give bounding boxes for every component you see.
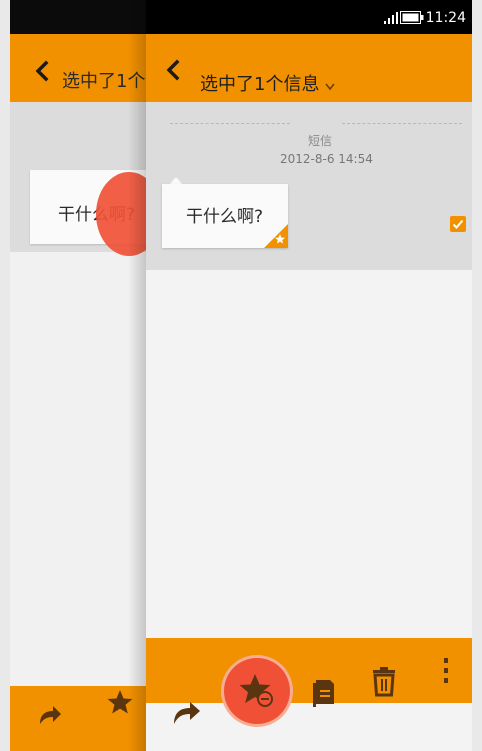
bubble-tail — [170, 177, 182, 184]
back-icon[interactable] — [162, 58, 186, 82]
divider-line-left — [170, 123, 290, 124]
page-title[interactable]: 选中了1个信息 — [200, 70, 319, 96]
forward-icon[interactable] — [164, 690, 208, 734]
selection-checkbox[interactable] — [450, 216, 466, 232]
battery-icon — [400, 11, 424, 24]
copy-icon[interactable] — [302, 670, 346, 714]
chevron-down-icon[interactable] — [324, 82, 336, 92]
screen-shadow — [128, 0, 146, 751]
more-icon[interactable] — [443, 658, 449, 684]
unstar-icon[interactable] — [235, 668, 279, 712]
background-forward-icon — [40, 706, 61, 724]
divider-line-right — [342, 123, 462, 124]
check-icon — [452, 219, 464, 229]
message-selection-screen: 11:24 选中了1个信息 短信 2012-8-6 14:54 干什么啊? — [146, 0, 472, 751]
starred-corner-icon — [264, 224, 288, 248]
signal-icon — [384, 12, 398, 24]
message-timestamp: 2012-8-6 14:54 — [280, 152, 373, 166]
message-type-label: 短信 — [308, 134, 333, 148]
delete-icon[interactable] — [362, 660, 406, 704]
status-time: 11:24 — [425, 10, 466, 26]
background-back-icon — [35, 60, 49, 82]
message-text: 干什么啊? — [186, 207, 264, 227]
